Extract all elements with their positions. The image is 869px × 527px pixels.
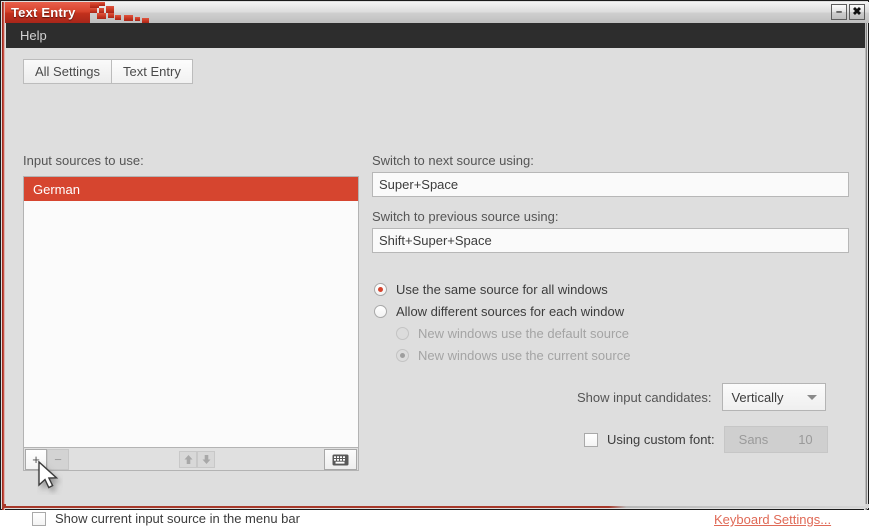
font-size: 10: [798, 432, 812, 447]
remove-source-button[interactable]: −: [47, 449, 69, 470]
titlebar-pixel-block: [124, 15, 133, 21]
input-candidates-label: Show input candidates:: [577, 390, 711, 405]
radio-current-source-label: New windows use the current source: [418, 348, 630, 363]
keyboard-layout-button[interactable]: [324, 449, 357, 470]
chevron-down-icon: [807, 395, 817, 400]
titlebar-pixel-block: [108, 13, 114, 18]
next-source-label: Switch to next source using:: [372, 153, 534, 168]
prev-source-input[interactable]: [372, 228, 849, 253]
radio-default-source-label: New windows use the default source: [418, 326, 629, 341]
radio-different-sources[interactable]: [374, 305, 387, 318]
custom-font-label: Using custom font:: [607, 432, 715, 447]
titlebar-pixel-block: [115, 15, 121, 20]
input-candidates-row: Show input candidates: Vertically: [577, 383, 826, 411]
input-sources-toolbar: + −: [23, 448, 359, 471]
radio-row-same-source[interactable]: Use the same source for all windows: [374, 282, 608, 297]
menu-item-help[interactable]: Help: [11, 25, 56, 46]
font-name: Sans: [739, 432, 769, 447]
window-edge-left: [2, 2, 5, 510]
show-in-menu-bar-checkbox[interactable]: [32, 512, 46, 526]
show-in-menu-bar-label: Show current input source in the menu ba…: [55, 511, 300, 526]
radio-current-source: [396, 349, 409, 362]
input-sources-label: Input sources to use:: [23, 153, 144, 168]
titlebar-pixel-block: [90, 8, 97, 13]
custom-font-row: Using custom font: Sans 10: [584, 426, 828, 453]
menu-bar: Help: [6, 23, 865, 48]
move-up-icon[interactable]: [179, 451, 197, 468]
add-source-button[interactable]: +: [25, 449, 47, 470]
radio-default-source: [396, 327, 409, 340]
show-in-menu-bar-row[interactable]: Show current input source in the menu ba…: [32, 511, 300, 526]
input-sources-list[interactable]: German: [23, 176, 359, 448]
titlebar-pixel-block: [99, 2, 105, 6]
font-picker-button: Sans 10: [724, 426, 828, 453]
radio-row-different-sources[interactable]: Allow different sources for each window: [374, 304, 624, 319]
title-bar[interactable]: Text Entry – ✖: [2, 2, 869, 23]
next-source-input[interactable]: [372, 172, 849, 197]
text-entry-window: Text Entry – ✖ Help All Settings Text En…: [0, 0, 869, 510]
radio-row-default-source: New windows use the default source: [396, 326, 629, 341]
content-area: All Settings Text Entry Input sources to…: [6, 48, 865, 506]
window-controls: – ✖: [831, 4, 865, 20]
radio-different-sources-label: Allow different sources for each window: [396, 304, 624, 319]
list-item-german[interactable]: German: [24, 177, 358, 201]
arrow-up-icon: [183, 454, 194, 465]
arrow-down-icon: [201, 454, 212, 465]
tab-text-entry[interactable]: Text Entry: [112, 59, 193, 84]
radio-row-current-source: New windows use the current source: [396, 348, 630, 363]
window-title: Text Entry: [11, 5, 76, 20]
titlebar-pixel-block: [135, 17, 140, 21]
keyboard-icon: [332, 454, 349, 466]
minimize-button[interactable]: –: [831, 4, 847, 20]
titlebar-pixel-block: [106, 6, 114, 13]
custom-font-checkbox[interactable]: [584, 433, 598, 447]
input-candidates-value: Vertically: [731, 390, 783, 405]
tab-bar: All Settings Text Entry: [23, 59, 193, 84]
move-down-icon[interactable]: [197, 451, 215, 468]
radio-same-source[interactable]: [374, 283, 387, 296]
input-candidates-dropdown[interactable]: Vertically: [722, 383, 826, 411]
tab-all-settings[interactable]: All Settings: [23, 59, 112, 84]
close-button[interactable]: ✖: [849, 4, 865, 20]
prev-source-label: Switch to previous source using:: [372, 209, 558, 224]
radio-same-source-label: Use the same source for all windows: [396, 282, 608, 297]
titlebar-pixel-block: [97, 13, 106, 19]
keyboard-settings-link[interactable]: Keyboard Settings...: [714, 512, 831, 527]
